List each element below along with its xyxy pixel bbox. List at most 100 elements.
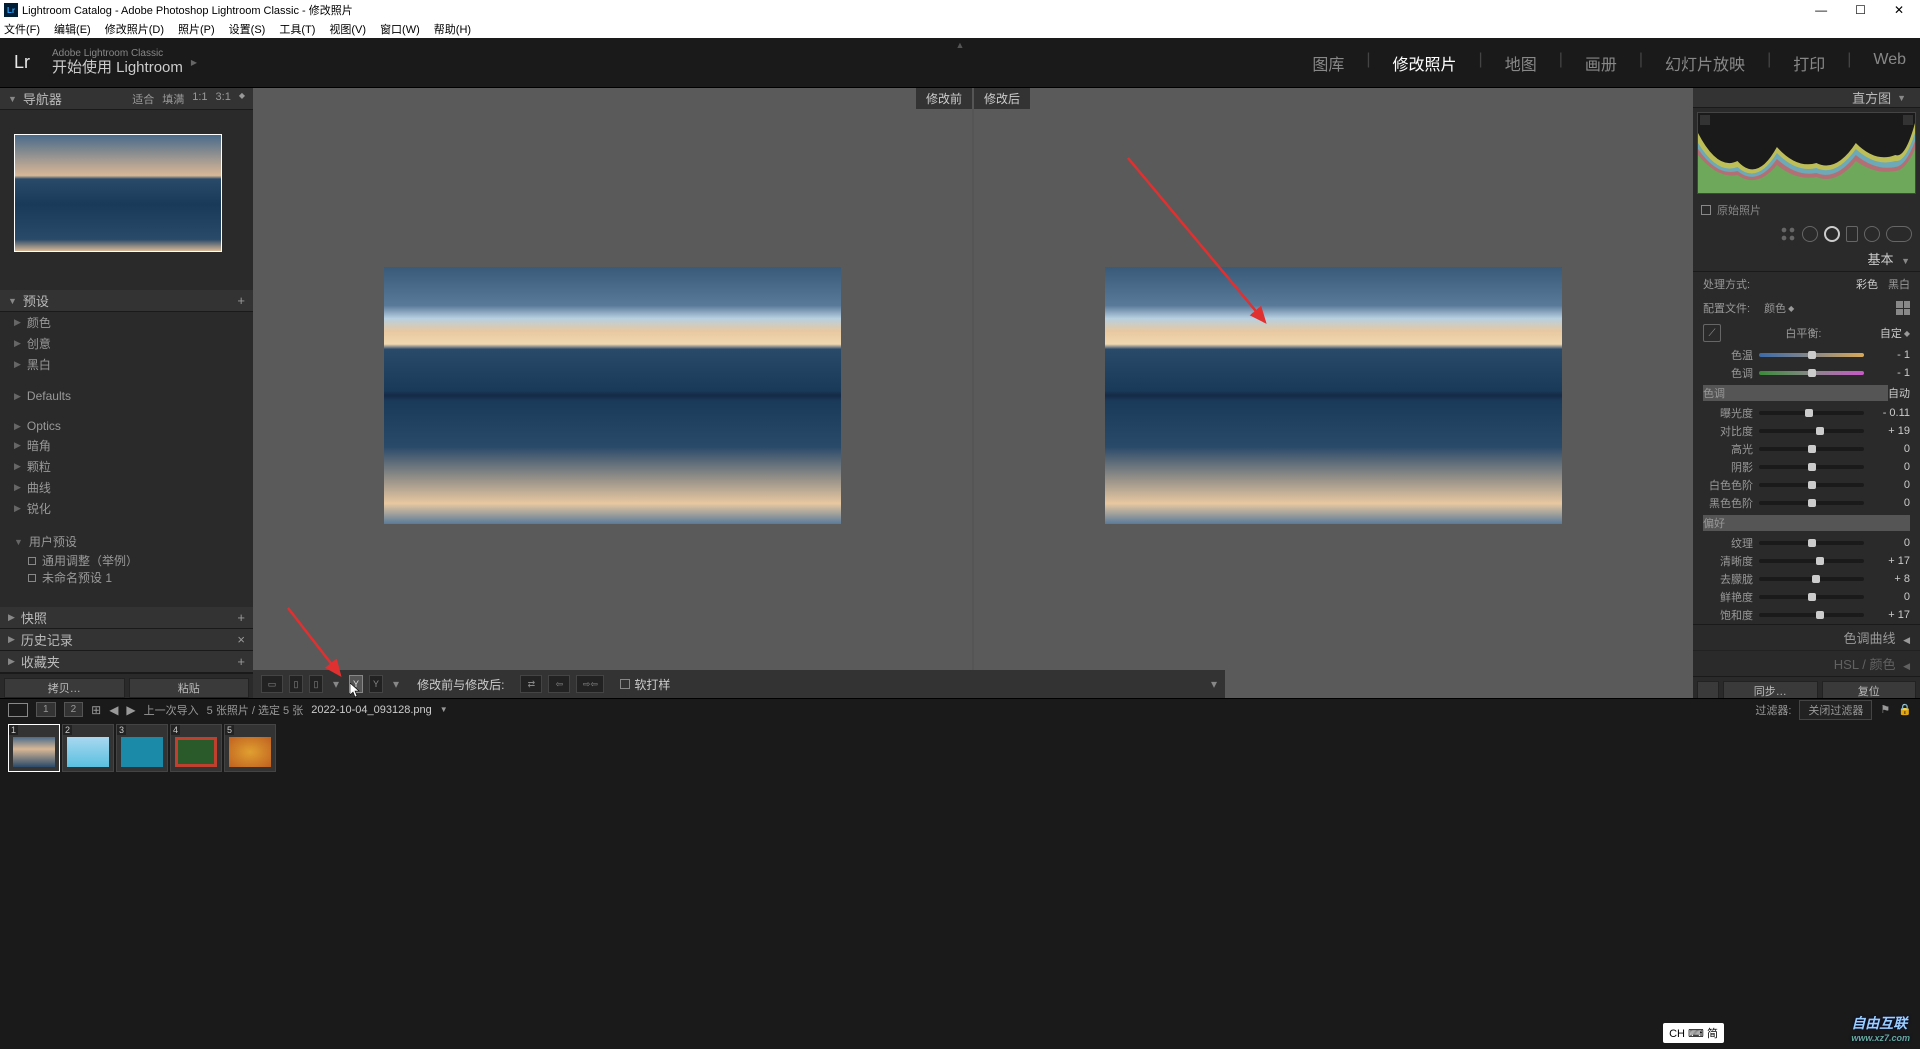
zoom-3-1[interactable]: 3:1	[216, 91, 231, 107]
add-snapshot-button[interactable]: +	[237, 610, 245, 625]
shadows-slider[interactable]: 阴影 0	[1693, 458, 1920, 476]
module-slideshow[interactable]: 幻灯片放映	[1665, 51, 1745, 75]
loupe-view-button[interactable]: ▭	[261, 675, 283, 693]
exposure-slider[interactable]: 曝光度 - 0.11	[1693, 404, 1920, 422]
contrast-slider[interactable]: 对比度 + 19	[1693, 422, 1920, 440]
navigator-header[interactable]: ▼ 导航器 适合 填满 1:1 3:1 ◆	[0, 88, 253, 110]
preset-group[interactable]: ▶曲线	[0, 477, 253, 498]
histogram[interactable]	[1697, 112, 1916, 194]
before-pane[interactable]: 修改前	[253, 88, 972, 702]
highlights-slider[interactable]: 高光 0	[1693, 440, 1920, 458]
menu-help[interactable]: 帮助(H)	[434, 21, 471, 37]
preset-group[interactable]: ▶暗角	[0, 435, 253, 456]
vibrance-slider[interactable]: 鲜艳度 0	[1693, 588, 1920, 606]
copy-before-button[interactable]: ⇦	[548, 675, 570, 693]
compare-view-button-2[interactable]: ▯	[309, 675, 323, 693]
preset-group[interactable]: ▶颜色	[0, 312, 253, 333]
profile-value[interactable]: 颜色	[1764, 300, 1786, 316]
after-pane[interactable]: 修改后	[974, 88, 1693, 702]
preset-group[interactable]: ▶Defaults	[0, 387, 253, 405]
paste-button[interactable]: 粘贴	[129, 678, 250, 698]
preset-item[interactable]: 通用调整（举例）	[0, 552, 253, 569]
histogram-header[interactable]: 直方图 ▼	[1693, 88, 1920, 108]
copy-after-button[interactable]: ⇨⇦	[576, 675, 604, 693]
ime-badge[interactable]: CH ⌨ 简	[1663, 1023, 1724, 1043]
module-map[interactable]: 地图	[1505, 51, 1537, 75]
preset-group[interactable]: ▶颗粒	[0, 456, 253, 477]
basic-header[interactable]: 基本 ▼	[1693, 246, 1920, 272]
radial-tool-icon[interactable]	[1824, 226, 1840, 242]
brush-tool-icon[interactable]	[1864, 226, 1880, 242]
original-photo-row[interactable]: 原始照片	[1693, 198, 1920, 222]
spot-tool-icon[interactable]	[1802, 226, 1818, 242]
texture-slider[interactable]: 纹理 0	[1693, 534, 1920, 552]
thumbnail[interactable]: 3	[116, 724, 168, 772]
clarity-slider[interactable]: 清晰度 + 17	[1693, 552, 1920, 570]
menu-photo[interactable]: 照片(P)	[178, 21, 215, 37]
mask-tool-icon[interactable]	[1886, 226, 1912, 242]
tint-slider[interactable]: 色调 - 1	[1693, 364, 1920, 382]
treatment-color[interactable]: 彩色	[1856, 276, 1878, 292]
module-develop[interactable]: 修改照片	[1393, 51, 1457, 75]
hsl-header[interactable]: HSL / 颜色 ◀	[1693, 650, 1920, 676]
navigator-preview[interactable]	[0, 110, 253, 290]
source-label[interactable]: 上一次导入	[144, 702, 199, 718]
swap-button[interactable]: ⇄	[520, 675, 542, 693]
gradient-tool-icon[interactable]	[1846, 226, 1858, 242]
shadow-clip-icon[interactable]	[1700, 115, 1710, 125]
lock-icon[interactable]: 🔒	[1898, 703, 1912, 716]
menu-tools[interactable]: 工具(T)	[279, 21, 315, 37]
snapshot-header[interactable]: ▶ 快照 +	[0, 607, 253, 629]
profile-browser-icon[interactable]	[1896, 301, 1910, 315]
window-1[interactable]: 1	[36, 702, 56, 717]
zoom-1-1[interactable]: 1:1	[192, 91, 207, 107]
chevron-icon[interactable]: ◆	[239, 91, 245, 107]
preset-user-group[interactable]: ▼用户预设	[0, 531, 253, 552]
preset-item[interactable]: 未命名预设 1	[0, 569, 253, 586]
thumbnail[interactable]: 1	[8, 724, 60, 772]
chevron-icon[interactable]: ◆	[1904, 329, 1910, 338]
next-arrow-icon[interactable]: ▶	[126, 703, 135, 717]
thumbnail[interactable]: 2	[62, 724, 114, 772]
preset-group[interactable]: ▶创意	[0, 333, 253, 354]
minimize-button[interactable]: —	[1815, 3, 1827, 17]
blacks-slider[interactable]: 黑色色阶 0	[1693, 494, 1920, 512]
saturation-slider[interactable]: 饱和度 + 17	[1693, 606, 1920, 624]
module-web[interactable]: Web	[1873, 51, 1906, 75]
temp-slider[interactable]: 色温 - 1	[1693, 346, 1920, 364]
thumbnail[interactable]: 5	[224, 724, 276, 772]
collapse-top-icon[interactable]: ▲	[956, 40, 965, 50]
compare-view-button-1[interactable]: ▯	[289, 675, 303, 693]
chevron-down-icon[interactable]: ▼	[440, 705, 448, 714]
zoom-fit[interactable]: 适合	[132, 91, 154, 107]
soft-proof-checkbox[interactable]: 软打样	[620, 676, 670, 693]
module-book[interactable]: 画册	[1585, 51, 1617, 75]
whites-slider[interactable]: 白色色阶 0	[1693, 476, 1920, 494]
collections-header[interactable]: ▶ 收藏夹 +	[0, 651, 253, 673]
tone-curve-header[interactable]: 色调曲线 ◀	[1693, 624, 1920, 650]
preset-group[interactable]: ▶Optics	[0, 417, 253, 435]
flag-icon[interactable]: ⚑	[1880, 703, 1890, 716]
identity-plate[interactable]: Lr Adobe Lightroom Classic 开始使用 Lightroo…	[14, 49, 197, 77]
menu-view[interactable]: 视图(V)	[329, 21, 366, 37]
menu-edit[interactable]: 编辑(E)	[54, 21, 91, 37]
chevron-icon[interactable]: ◆	[1788, 304, 1794, 313]
window-2[interactable]: 2	[64, 702, 84, 717]
clear-history-button[interactable]: ×	[237, 632, 245, 647]
menu-file[interactable]: 文件(F)	[4, 21, 40, 37]
preset-group[interactable]: ▶黑白	[0, 354, 253, 375]
grid-icon[interactable]: ⊞	[91, 703, 101, 717]
add-collection-button[interactable]: +	[237, 654, 245, 669]
dehaze-slider[interactable]: 去朦胧 + 8	[1693, 570, 1920, 588]
close-button[interactable]: ✕	[1894, 3, 1904, 17]
maximize-button[interactable]: ☐	[1855, 3, 1866, 17]
prev-arrow-icon[interactable]: ◀	[109, 703, 118, 717]
history-header[interactable]: ▶ 历史记录 ×	[0, 629, 253, 651]
thumbnail[interactable]: 4	[170, 724, 222, 772]
add-preset-button[interactable]: +	[237, 293, 245, 308]
zoom-fill[interactable]: 填满	[162, 91, 184, 107]
wb-value[interactable]: 自定	[1880, 325, 1902, 341]
checkbox-icon[interactable]	[1701, 205, 1711, 215]
auto-button[interactable]: 自动	[1888, 385, 1910, 401]
filter-value[interactable]: 关闭过滤器	[1799, 700, 1872, 720]
